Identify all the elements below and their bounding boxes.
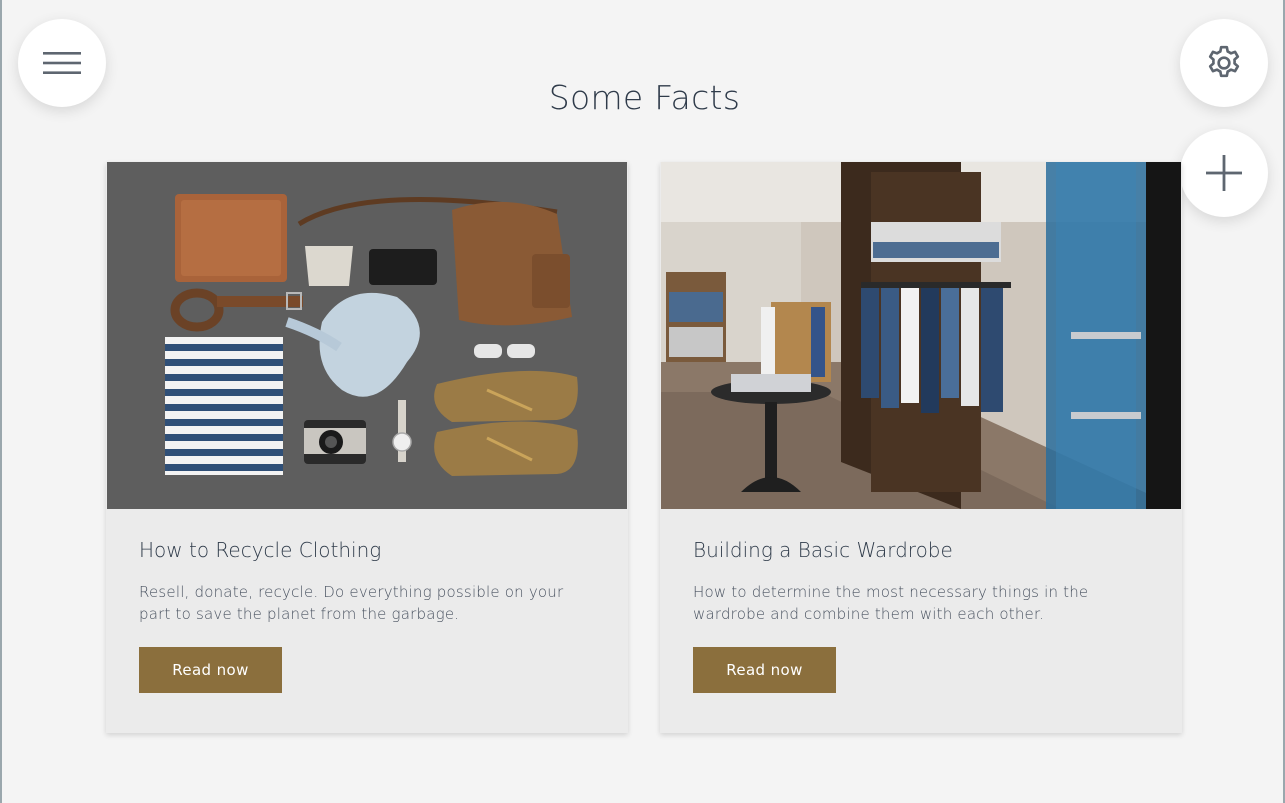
read-now-button[interactable]: Read now <box>693 647 836 693</box>
hamburger-menu-icon <box>43 52 81 74</box>
card-title: Building a Basic Wardrobe <box>693 538 953 562</box>
article-card-recycle: How to Recycle Clothing Resell, donate, … <box>106 162 628 733</box>
plus-icon <box>1206 155 1242 191</box>
card-description: Resell, donate, recycle. Do everything p… <box>139 583 564 623</box>
article-card-wardrobe: Building a Basic Wardrobe How to determi… <box>660 162 1182 733</box>
gear-icon <box>1208 45 1240 78</box>
read-now-button[interactable]: Read now <box>139 647 282 693</box>
card-title: How to Recycle Clothing <box>139 538 382 562</box>
page-title: Some Facts <box>548 78 741 117</box>
flat-lay-clothing-accessories-photo <box>107 162 627 509</box>
add-button[interactable] <box>1180 129 1268 217</box>
card-description: How to determine the most necessary thin… <box>693 583 1089 623</box>
clothing-store-interior-photo <box>661 162 1181 509</box>
